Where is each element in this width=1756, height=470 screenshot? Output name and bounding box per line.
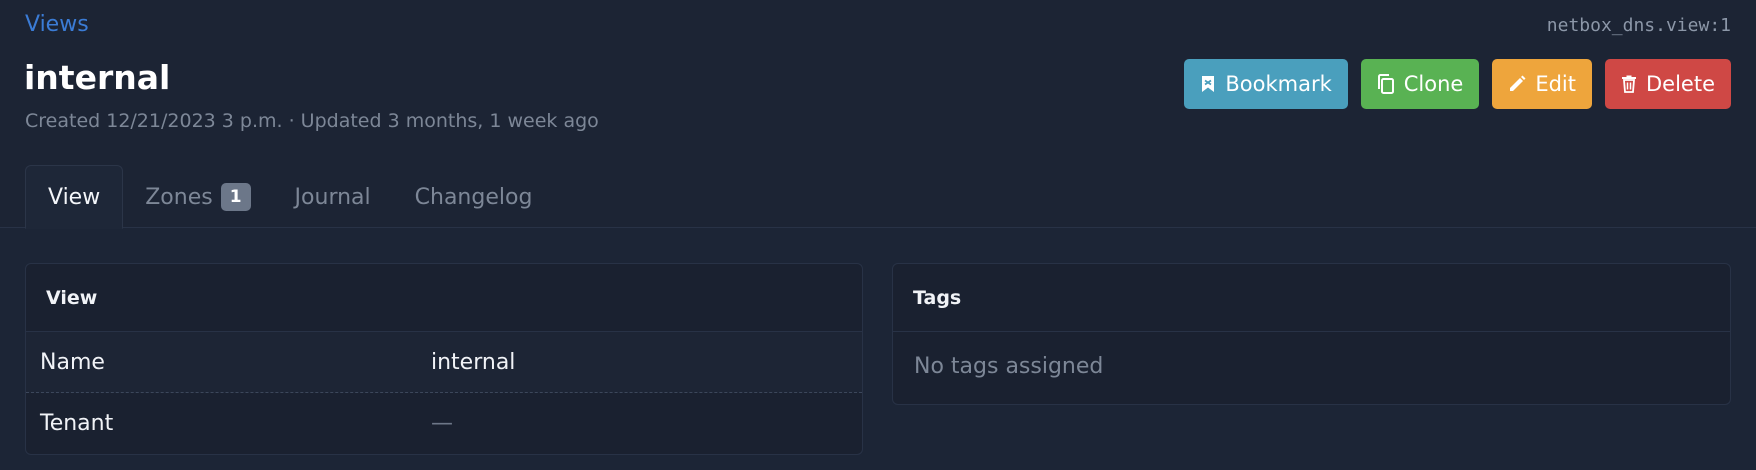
edit-button[interactable]: Edit xyxy=(1492,59,1592,109)
table-row: Tenant — xyxy=(26,393,862,454)
object-tabs: View Zones 1 Journal Changelog xyxy=(25,162,555,229)
page: Views netbox_dns.view:1 internal Created… xyxy=(0,0,1756,470)
attribute-label: Name xyxy=(40,349,105,375)
clone-button-label: Clone xyxy=(1403,72,1464,96)
bookmark-button[interactable]: Bookmark xyxy=(1184,59,1348,109)
tab-journal[interactable]: Journal xyxy=(273,166,393,228)
object-identifier: netbox_dns.view:1 xyxy=(1546,15,1731,36)
delete-button[interactable]: Delete xyxy=(1605,59,1731,109)
table-row: Name internal xyxy=(26,332,862,393)
view-details-card: View Name internal Tenant — xyxy=(25,263,863,455)
bookmark-icon xyxy=(1200,75,1216,93)
trash-icon xyxy=(1621,75,1637,93)
tags-card: Tags No tags assigned xyxy=(892,263,1731,405)
tab-zones[interactable]: Zones 1 xyxy=(123,166,272,228)
tab-changelog[interactable]: Changelog xyxy=(393,166,555,228)
tab-view-label: View xyxy=(48,184,101,210)
delete-button-label: Delete xyxy=(1646,72,1715,96)
tab-journal-label: Journal xyxy=(294,184,371,210)
object-timestamps: Created 12/21/2023 3 p.m. · Updated 3 mo… xyxy=(25,110,599,132)
no-tags-message: No tags assigned xyxy=(914,354,1104,379)
tags-card-header: Tags xyxy=(893,264,1730,332)
attribute-value: — xyxy=(431,411,453,436)
zones-count-badge: 1 xyxy=(220,183,251,211)
action-buttons: Bookmark Clone Edit Delete xyxy=(1184,59,1731,109)
page-title: internal xyxy=(24,58,171,97)
page-header: Views netbox_dns.view:1 internal Created… xyxy=(0,0,1756,229)
tab-zones-label: Zones xyxy=(145,184,213,210)
pencil-icon xyxy=(1508,75,1526,93)
attribute-label: Tenant xyxy=(40,411,114,436)
clone-button[interactable]: Clone xyxy=(1360,59,1480,109)
attribute-value: internal xyxy=(431,349,516,375)
tab-view[interactable]: View xyxy=(25,165,124,229)
tab-changelog-label: Changelog xyxy=(414,184,533,210)
breadcrumb-views-link[interactable]: Views xyxy=(25,12,89,37)
view-card-header: View xyxy=(26,264,862,332)
bookmark-button-label: Bookmark xyxy=(1225,72,1332,96)
edit-button-label: Edit xyxy=(1535,72,1576,96)
copy-icon xyxy=(1377,74,1395,94)
